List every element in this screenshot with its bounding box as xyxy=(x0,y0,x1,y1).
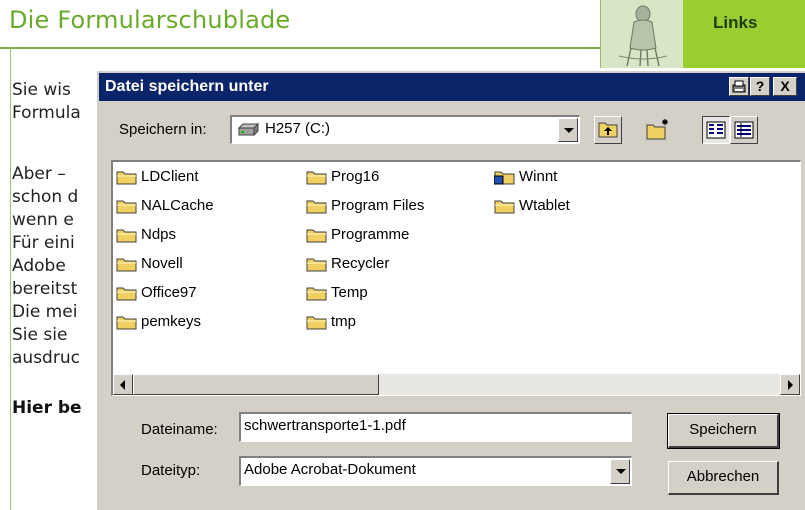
folder-name: pemkeys xyxy=(141,313,202,330)
filetype-dropdown[interactable]: Adobe Acrobat-Dokument xyxy=(239,456,632,486)
dialog-title: Datei speichern unter xyxy=(105,78,269,95)
folder-name: Program Files xyxy=(331,197,425,214)
chevron-down-icon[interactable] xyxy=(558,118,578,142)
body-text-line: wenn e xyxy=(12,210,74,230)
folder-icon xyxy=(116,229,137,243)
links-nav-box[interactable]: Links xyxy=(683,0,805,68)
folder-name: NALCache xyxy=(141,197,214,214)
folder-item[interactable]: Recycler xyxy=(306,254,486,274)
folder-name: Office97 xyxy=(141,284,197,301)
folder-name: Temp xyxy=(331,284,368,301)
folder-icon xyxy=(306,171,327,185)
body-text-line: Für eini xyxy=(12,233,75,253)
folder-item[interactable]: NALCache xyxy=(116,196,296,216)
folder-name: Novell xyxy=(141,255,183,272)
details-view-button[interactable] xyxy=(730,116,758,144)
save-button[interactable]: Speichern xyxy=(667,413,780,449)
body-text-line: Die mei xyxy=(12,302,78,322)
folder-icon xyxy=(306,258,327,272)
folder-icon xyxy=(306,316,327,330)
content-border xyxy=(10,47,11,510)
folder-item[interactable]: Ndps xyxy=(116,225,296,245)
list-view-icon xyxy=(706,121,726,139)
folder-item[interactable]: Novell xyxy=(116,254,296,274)
folder-icon xyxy=(116,171,137,185)
folder-icon xyxy=(306,229,327,243)
folder-icon xyxy=(494,171,515,185)
file-list[interactable]: LDClient NALCache Ndps Novell Office97 pemkey… xyxy=(111,160,801,396)
close-button[interactable]: X xyxy=(773,77,797,96)
horizontal-scrollbar[interactable] xyxy=(113,374,800,395)
section-heading: Hier be xyxy=(12,398,82,418)
filename-label: Dateiname: xyxy=(141,421,218,438)
folder-name: Wtablet xyxy=(519,197,570,214)
page-title: Die Formularschublade xyxy=(9,6,291,34)
folder-name: Ndps xyxy=(141,226,177,243)
folder-icon xyxy=(116,287,137,301)
body-text-line: Sie sie xyxy=(12,325,68,345)
details-view-icon xyxy=(734,121,754,139)
folder-item[interactable]: LDClient xyxy=(116,167,296,187)
save-as-dialog: Datei speichern unter ? X Speichern in: … xyxy=(96,70,805,510)
folder-item[interactable]: tmp xyxy=(306,312,486,332)
filetype-value: Adobe Acrobat-Dokument xyxy=(244,461,416,478)
folder-item[interactable]: Office97 xyxy=(116,283,296,303)
filename-value: schwertransporte1-1.pdf xyxy=(244,417,406,434)
header-illustration xyxy=(600,0,684,68)
new-folder-button[interactable] xyxy=(644,116,672,144)
folder-item[interactable]: Prog16 xyxy=(306,167,486,187)
links-label[interactable]: Links xyxy=(713,13,757,33)
filename-field[interactable]: schwertransporte1-1.pdf xyxy=(239,412,632,442)
scrollbar-thumb[interactable] xyxy=(133,374,379,395)
hard-drive-icon xyxy=(237,122,259,137)
new-folder-icon xyxy=(646,119,668,140)
folder-item[interactable]: Program Files xyxy=(306,196,486,216)
scroll-right-button[interactable] xyxy=(780,374,800,395)
body-text-line: Formula xyxy=(12,103,81,123)
settings-icon[interactable] xyxy=(729,77,749,96)
folder-name: tmp xyxy=(331,313,357,330)
folder-name: Prog16 xyxy=(331,168,380,185)
body-text-line: Adobe xyxy=(12,256,66,276)
folder-icon xyxy=(116,258,137,272)
help-button[interactable]: ? xyxy=(750,77,770,96)
folder-item[interactable]: Wtablet xyxy=(494,196,674,216)
cancel-button[interactable]: Abbrechen xyxy=(668,461,779,495)
dialog-titlebar[interactable]: Datei speichern unter ? X xyxy=(99,73,805,101)
folder-item[interactable]: Temp xyxy=(306,283,486,303)
folder-icon xyxy=(306,200,327,214)
save-in-value: H257 (C:) xyxy=(265,120,331,137)
filetype-label: Dateityp: xyxy=(141,462,201,479)
body-text-line: Aber – xyxy=(12,164,66,184)
folder-icon xyxy=(306,287,327,301)
body-text-line: Sie wis xyxy=(12,80,71,100)
list-view-button[interactable] xyxy=(702,116,730,144)
folder-name: Winnt xyxy=(519,168,558,185)
chevron-down-icon[interactable] xyxy=(610,459,630,484)
save-in-dropdown[interactable]: H257 (C:) xyxy=(230,115,580,144)
folder-name: LDClient xyxy=(141,168,199,185)
folder-item[interactable]: Winnt xyxy=(494,167,674,187)
folder-icon xyxy=(116,316,137,330)
folder-icon xyxy=(116,200,137,214)
folder-item[interactable]: pemkeys xyxy=(116,312,296,332)
up-one-level-button[interactable] xyxy=(594,116,622,144)
title-divider xyxy=(0,47,600,49)
sketch-image-icon xyxy=(601,0,684,68)
body-text-line: bereitst xyxy=(12,279,78,299)
body-text-line: schon d xyxy=(12,187,79,207)
body-text-line: ausdruc xyxy=(12,348,80,368)
save-in-label: Speichern in: xyxy=(119,121,207,138)
scroll-left-button[interactable] xyxy=(113,374,133,395)
folder-name: Recycler xyxy=(331,255,390,272)
folder-icon xyxy=(494,200,515,214)
folder-item[interactable]: Programme xyxy=(306,225,486,245)
up-one-level-icon xyxy=(598,122,618,138)
folder-name: Programme xyxy=(331,226,410,243)
